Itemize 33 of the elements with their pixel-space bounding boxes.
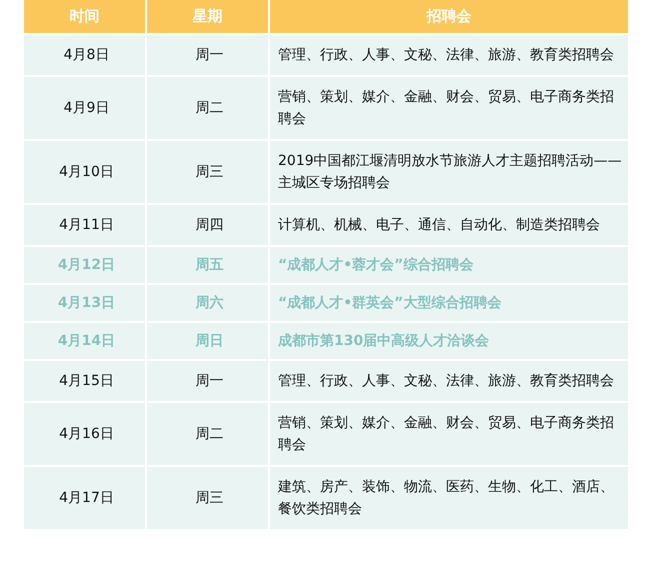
- table-cell: 4月9日: [23, 76, 146, 140]
- table-cell: 周四: [146, 204, 269, 246]
- table-cell: 4月16日: [23, 402, 146, 466]
- table-cell: 4月10日: [23, 140, 146, 204]
- table-cell: 4月12日: [23, 246, 146, 284]
- table-cell: 管理、行政、人事、文秘、法律、旅游、教育类招聘会: [269, 360, 629, 402]
- table-cell: 4月11日: [23, 204, 146, 246]
- table-cell: 4月15日: [23, 360, 146, 402]
- table-cell: 营销、策划、媒介、金融、财会、贸易、电子商务类招聘会: [269, 402, 629, 466]
- column-header: 星期: [146, 0, 269, 34]
- table-cell: 管理、行政、人事、文秘、法律、旅游、教育类招聘会: [269, 34, 629, 76]
- table-cell: 周日: [146, 322, 269, 360]
- table-cell: 周二: [146, 76, 269, 140]
- table-cell: 建筑、房产、装饰、物流、医药、生物、化工、酒店、餐饮类招聘会: [269, 466, 629, 530]
- table-cell: 周二: [146, 402, 269, 466]
- table-cell: 4月14日: [23, 322, 146, 360]
- table-cell: 周三: [146, 140, 269, 204]
- table-cell: 周一: [146, 360, 269, 402]
- table-cell: “成都人才•群英会”大型综合招聘会: [269, 284, 629, 322]
- table-cell: 营销、策划、媒介、金融、财会、贸易、电子商务类招聘会: [269, 76, 629, 140]
- table-cell: 4月17日: [23, 466, 146, 530]
- table-cell: 成都市第130届中高级人才洽谈会: [269, 322, 629, 360]
- table-cell: 周六: [146, 284, 269, 322]
- table-cell: 4月13日: [23, 284, 146, 322]
- table-cell: 4月8日: [23, 34, 146, 76]
- table-cell: “成都人才•蓉才会”综合招聘会: [269, 246, 629, 284]
- column-header: 时间: [23, 0, 146, 34]
- table-cell: 2019中国都江堰清明放水节旅游人才主题招聘活动——主城区专场招聘会: [269, 140, 629, 204]
- table-cell: 计算机、机械、电子、通信、自动化、制造类招聘会: [269, 204, 629, 246]
- column-header: 招聘会: [269, 0, 629, 34]
- table-cell: 周五: [146, 246, 269, 284]
- table-cell: 周三: [146, 466, 269, 530]
- table-cell: 周一: [146, 34, 269, 76]
